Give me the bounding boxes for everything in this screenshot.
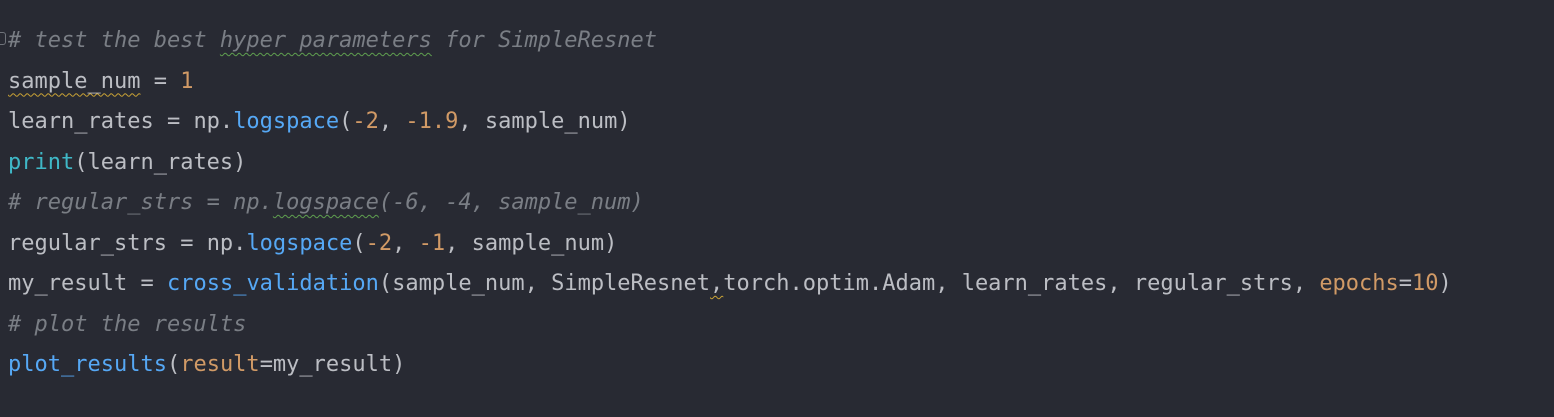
code-line-2[interactable]: sample_num = 1 [0,62,1554,103]
variable-learn-rates: learn_rates [8,109,154,134]
code-line-3[interactable]: learn_rates = np.logspace(-2, -1.9, samp… [0,102,1554,143]
args-text: , sample_num) [458,109,631,134]
args-text: (learn_rates) [74,149,247,175]
operator-text: = np. [166,230,247,256]
operator-text: = np. [153,109,234,134]
code-line-8[interactable]: # plot the results [0,305,1554,346]
separator-text: , [392,230,419,256]
number-literal: 1 [180,68,194,94]
function-logspace: logspace [233,109,340,134]
comment-text: for SimpleResnet [431,28,658,53]
args-text: , sample_num) [445,230,618,256]
typo-hyper-parameters: hyper parameters [219,28,432,53]
comment-text: # plot the results [8,311,247,337]
code-line-7[interactable]: my_result = cross_validation(sample_num,… [0,264,1554,305]
function-logspace: logspace [246,230,353,256]
paren-text: ( [339,109,353,134]
number-literal: -1 [418,230,446,256]
keyword-arg-result: result [180,352,260,377]
paren-text: ( [352,230,366,256]
number-literal: 10 [1412,271,1439,296]
comment-text: (-6, -4, sample_num) [378,190,644,215]
operator-text: = [127,271,167,296]
args-text: (sample_num, SimpleResnet [378,271,711,296]
warning-comma: , [710,271,724,296]
comment-text: # regular_strs = np. [8,190,273,215]
function-cross-validation: cross_validation [166,271,379,296]
code-line-6[interactable]: regular_strs = np.logspace(-2, -1, sampl… [0,224,1554,265]
operator-text: = [140,68,181,94]
number-literal: -2 [365,230,393,256]
fold-marker-icon[interactable] [0,32,6,45]
args-text: torch.optim.Adam, learn_rates, regular_s… [723,271,1320,296]
code-line-4[interactable]: print(learn_rates) [0,143,1554,184]
code-line-1[interactable]: # test the best hyper parameters for Sim… [0,21,1554,62]
variable-regular-strs: regular_strs [8,230,167,256]
comment-text: # test the best [8,28,220,53]
builtin-print: print [8,149,75,175]
paren-text: ) [1438,271,1452,296]
separator-text: , [378,109,406,134]
number-literal: -1.9 [405,109,459,134]
number-literal: -2 [352,109,379,134]
operator-text: = [1398,271,1413,296]
keyword-arg-epochs: epochs [1319,271,1399,296]
variable-my-result: my_result [8,271,128,296]
code-line-5[interactable]: # regular_strs = np.logspace(-6, -4, sam… [0,183,1554,224]
code-line-9[interactable]: plot_results(result=my_result) [0,345,1554,386]
function-plot-results: plot_results [8,352,167,377]
paren-text: ( [166,352,181,377]
code-editor[interactable]: # test the best hyper parameters for Sim… [0,0,1554,417]
args-text: =my_result) [259,352,406,377]
variable-sample-num: sample_num [8,68,141,94]
typo-logspace: logspace [272,190,379,215]
